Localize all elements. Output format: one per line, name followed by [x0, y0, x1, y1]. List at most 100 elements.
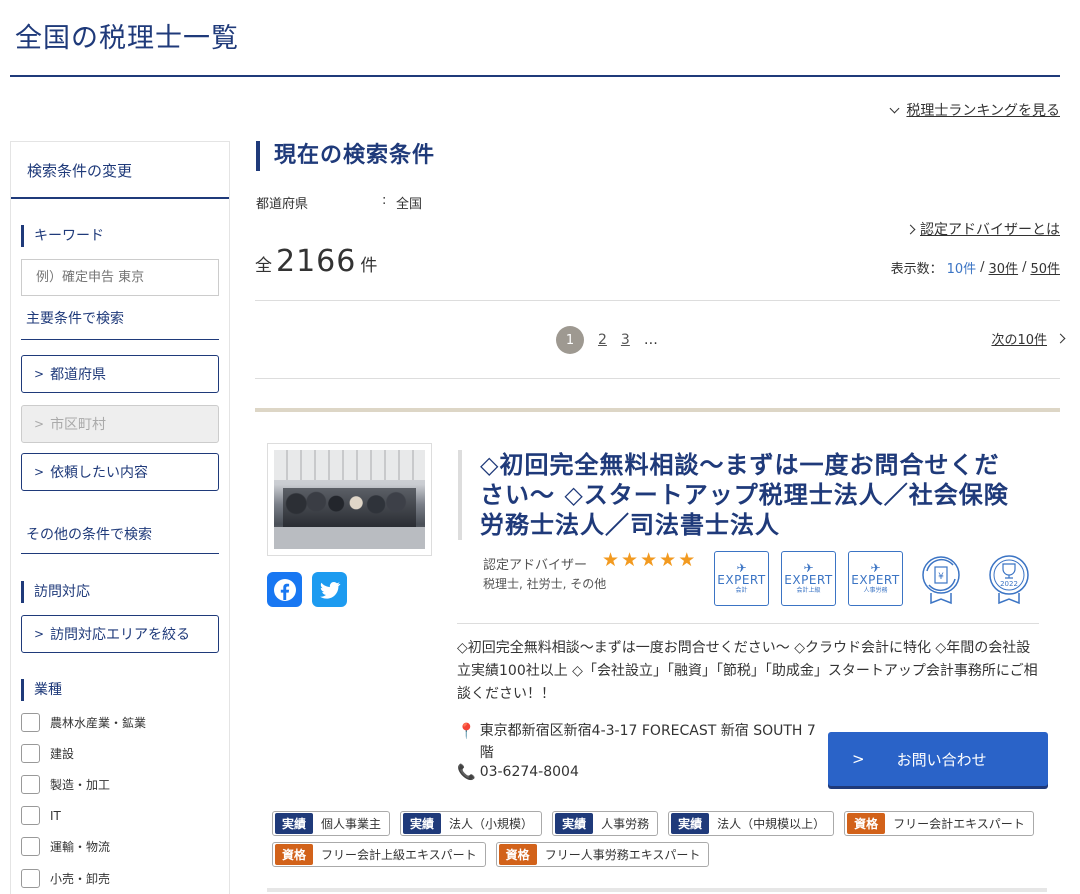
twitter-bird-icon	[319, 581, 340, 599]
tag-kind: 実績	[555, 813, 594, 834]
tag-label: 法人（小規模）	[449, 817, 534, 831]
checkbox[interactable]	[21, 806, 40, 825]
facebook-icon	[273, 578, 296, 601]
pagination: 1 2 3 …	[556, 326, 658, 354]
checkbox[interactable]	[21, 744, 40, 763]
phone: 📞 03-6274-8004	[457, 763, 579, 781]
chevron-right-icon: >	[852, 750, 865, 768]
city-button[interactable]: > 市区町村	[21, 405, 219, 443]
qualification-tag: 資格 フリー会計エキスパート	[844, 811, 1034, 836]
keyword-label: キーワード	[21, 225, 104, 247]
checkbox[interactable]	[21, 775, 40, 794]
advisor-info-link-label: 認定アドバイザーとは	[920, 222, 1060, 238]
listing-title[interactable]: ◇初回完全無料相談〜まずは一度お問合せください〜 ◇スタートアップ税理士法人／社…	[458, 450, 1018, 540]
title-divider	[10, 75, 1060, 77]
office-photo[interactable]	[267, 443, 432, 556]
tag-kind: 資格	[847, 813, 886, 834]
award-trophy-medal-icon: 2022	[989, 555, 1029, 605]
next-page-label: 次の10件	[991, 333, 1047, 348]
badge-label: EXPERT	[851, 573, 900, 587]
badge-sub: 会計上級	[796, 587, 821, 594]
advisor-info-link[interactable]: 認定アドバイザーとは	[905, 219, 1060, 239]
industry-checkbox-row[interactable]: 建設	[21, 744, 74, 763]
ranking-link-label: 税理士ランキングを見る	[906, 103, 1060, 119]
tag-label: 人事労務	[601, 817, 650, 831]
prefecture-button-label: 都道府県	[50, 367, 107, 383]
checkbox[interactable]	[21, 713, 40, 732]
divider	[255, 300, 1060, 301]
page-2-link[interactable]: 2	[598, 332, 607, 348]
chevron-right-icon: >	[34, 627, 45, 641]
badge-label: EXPERT	[717, 573, 766, 587]
tag-kind: 実績	[671, 813, 710, 834]
listing-description: ◇初回完全無料相談〜まずは一度お問合せください〜 ◇クラウド会計に特化 ◇年間の…	[457, 640, 1038, 702]
request-content-button[interactable]: > 依頼したい内容	[21, 453, 219, 491]
phone-number[interactable]: 03-6274-8004	[480, 764, 579, 780]
checkbox[interactable]	[21, 869, 40, 888]
tag-kind: 実績	[403, 813, 442, 834]
keyword-input[interactable]	[21, 259, 219, 296]
current-conditions-title: 現在の検索条件	[256, 141, 435, 171]
next-page-link[interactable]: 次の10件	[991, 329, 1066, 348]
badge-label: EXPERT	[784, 573, 833, 587]
achievement-tag: 実績 人事労務	[552, 811, 659, 836]
chevron-down-icon	[889, 103, 900, 113]
industry-checkbox-row[interactable]: 農林水産業・鉱業	[21, 713, 146, 732]
star-icon: ★	[640, 549, 658, 571]
visit-area-button[interactable]: > 訪問対応エリアを絞る	[21, 615, 219, 653]
map-pin-icon: 📍	[457, 722, 476, 740]
page-title: 全国の税理士一覧	[15, 23, 239, 54]
divider	[21, 339, 219, 340]
listing-top-border	[255, 408, 1060, 412]
visit-area-button-label: 訪問対応エリアを絞る	[50, 627, 191, 643]
result-count-prefix: 全	[255, 256, 272, 276]
star-icon: ★	[659, 549, 677, 571]
pagination-ellipsis: …	[643, 332, 658, 348]
city-button-label: 市区町村	[50, 417, 107, 433]
address-text: 東京都新宿区新宿4-3-17 FORECAST 新宿 SOUTH 7 階	[479, 723, 816, 761]
chevron-right-icon	[1055, 333, 1066, 344]
star-icon: ★	[621, 549, 639, 571]
twitter-link[interactable]	[312, 572, 347, 607]
industry-label: 業種	[21, 679, 62, 701]
industry-label-text: 建設	[50, 747, 75, 761]
tag-kind: 資格	[498, 844, 537, 865]
checkbox[interactable]	[21, 837, 40, 856]
page-1-current[interactable]: 1	[556, 326, 584, 354]
tag-list: 実績 個人事業主 実績 法人（小規模） 実績 人事労務 実績 法人（中規模以上）…	[272, 811, 1062, 867]
listing-bottom-border	[267, 888, 1047, 892]
prefecture-button[interactable]: > 都道府県	[21, 355, 219, 393]
result-count: 全 2166 件	[255, 244, 377, 279]
contact-button[interactable]: > お問い合わせ	[828, 732, 1048, 786]
divider	[21, 553, 219, 554]
per-page-30[interactable]: 30件	[989, 258, 1019, 277]
star-icon: ★	[602, 549, 620, 571]
expert-advanced-accounting-badge: ✈ EXPERT 会計上級	[781, 551, 836, 606]
star-icon: ★	[678, 549, 696, 571]
phone-icon: 📞	[457, 763, 476, 781]
condition-value: 全国	[396, 197, 423, 212]
industry-checkbox-row[interactable]: 製造・加工	[21, 775, 110, 794]
sidebar-header: 検索条件の変更	[11, 142, 229, 199]
expert-accounting-badge: ✈ EXPERT 会計	[714, 551, 769, 606]
tag-label: フリー人事労務エキスパート	[544, 848, 701, 862]
award-year: 2022	[1000, 580, 1018, 588]
page-3-link[interactable]: 3	[621, 332, 630, 348]
industry-checkbox-row[interactable]: IT	[21, 806, 61, 825]
per-page-50[interactable]: 50件	[1030, 258, 1060, 277]
svg-text:¥: ¥	[938, 572, 944, 582]
address: 📍 東京都新宿区新宿4-3-17 FORECAST 新宿 SOUTH 7 階	[457, 720, 817, 764]
slash: /	[1022, 260, 1027, 275]
achievement-tag: 実績 法人（中規模以上）	[668, 811, 835, 836]
industry-checkbox-row[interactable]: 運輸・物流	[21, 837, 110, 856]
divider	[255, 378, 1060, 379]
tag-label: フリー会計エキスパート	[893, 817, 1025, 831]
result-count-suffix: 件	[360, 256, 378, 276]
tag-label: フリー会計上級エキスパート	[321, 848, 477, 862]
per-page-10[interactable]: 10件	[947, 258, 977, 277]
facebook-link[interactable]	[267, 572, 302, 607]
visit-label: 訪問対応	[21, 581, 90, 603]
yen-cycle-medal-icon: ¥	[922, 556, 960, 605]
industry-checkbox-row[interactable]: 小売・卸売	[21, 869, 110, 888]
ranking-link[interactable]: 税理士ランキングを見る	[889, 100, 1060, 120]
